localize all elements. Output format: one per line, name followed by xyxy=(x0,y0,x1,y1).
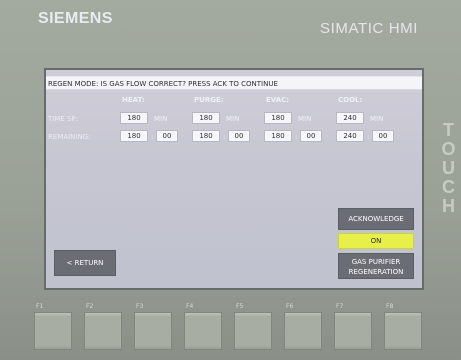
gas-purifier-line-2: REGENERATION xyxy=(348,268,404,276)
f3-key[interactable]: F3 xyxy=(134,303,172,350)
status-on-indicator: ON xyxy=(338,233,414,249)
cool-time-sp-unit: MIN xyxy=(370,115,384,123)
remaining-label: REMAINING: xyxy=(48,133,91,141)
purge-time-sp-field[interactable]: 180 xyxy=(192,112,220,124)
time-sp-label: TIME SP: xyxy=(48,115,79,123)
f8-key[interactable]: F8 xyxy=(384,303,422,350)
cool-remaining-min: 240 xyxy=(336,130,364,142)
purge-time-sp-unit: MIN xyxy=(226,115,240,123)
evac-remaining-sec: 00 xyxy=(300,130,322,142)
f3-label: F3 xyxy=(136,303,144,310)
f1-key[interactable]: F1 xyxy=(34,303,72,350)
colon-separator: : xyxy=(223,133,226,141)
f7-key[interactable]: F7 xyxy=(334,303,372,350)
gas-purifier-line-1: GAS PURIFIER xyxy=(351,258,401,266)
purge-remaining-sec: 00 xyxy=(228,130,250,142)
header-evac: EVAC: xyxy=(266,96,290,104)
model-label: SIMATIC HMI xyxy=(320,20,418,37)
return-button[interactable]: < RETURN xyxy=(54,250,116,276)
f8-label: F8 xyxy=(386,303,394,310)
hmi-screen: REGEN MODE: IS GAS FLOW CORRECT? PRESS A… xyxy=(44,68,424,290)
colon-separator: : xyxy=(151,133,154,141)
heat-remaining-sec: 00 xyxy=(156,130,178,142)
f2-key[interactable]: F2 xyxy=(84,303,122,350)
f5-label: F5 xyxy=(236,303,244,310)
cool-time-sp-field[interactable]: 240 xyxy=(336,112,364,124)
heat-time-sp-unit: MIN xyxy=(154,115,168,123)
acknowledge-button[interactable]: ACKNOWLEDGE xyxy=(338,208,414,230)
heat-remaining-min: 180 xyxy=(120,130,148,142)
hmi-panel: SIEMENS SIMATIC HMI TOUCH REGEN MODE: IS… xyxy=(0,0,461,360)
heat-time-sp-field[interactable]: 180 xyxy=(120,112,148,124)
colon-separator: : xyxy=(295,133,298,141)
evac-time-sp-field[interactable]: 180 xyxy=(264,112,292,124)
purge-remaining-min: 180 xyxy=(192,130,220,142)
f2-label: F2 xyxy=(86,303,94,310)
brand-logo: SIEMENS xyxy=(38,10,113,27)
f4-label: F4 xyxy=(186,303,194,310)
cool-remaining-sec: 00 xyxy=(372,130,394,142)
status-banner: REGEN MODE: IS GAS FLOW CORRECT? PRESS A… xyxy=(46,76,422,90)
gas-purifier-regeneration-button[interactable]: GAS PURIFIER REGENERATION xyxy=(338,253,414,279)
function-key-row: F1 F2 F3 F4 F5 F6 F7 F8 xyxy=(34,303,424,352)
f1-label: F1 xyxy=(36,303,44,310)
header-cool: COOL: xyxy=(338,96,363,104)
touch-label: TOUCH xyxy=(438,119,459,215)
f5-key[interactable]: F5 xyxy=(234,303,272,350)
header-heat: HEAT: xyxy=(122,96,145,104)
f7-label: F7 xyxy=(336,303,344,310)
f6-label: F6 xyxy=(286,303,294,310)
colon-separator: : xyxy=(367,133,370,141)
f6-key[interactable]: F6 xyxy=(284,303,322,350)
f4-key[interactable]: F4 xyxy=(184,303,222,350)
evac-time-sp-unit: MIN xyxy=(298,115,312,123)
evac-remaining-min: 180 xyxy=(264,130,292,142)
header-purge: PURGE: xyxy=(194,96,224,104)
